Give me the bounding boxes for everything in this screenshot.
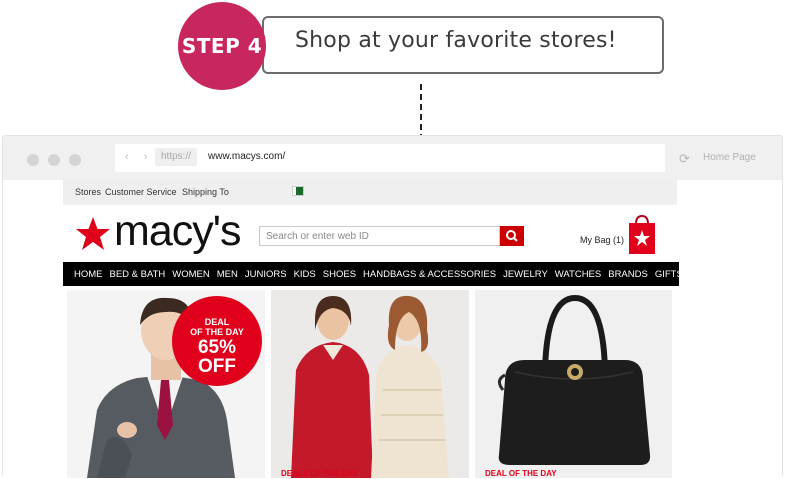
url-text[interactable]: www.macys.com/ — [208, 151, 285, 162]
protocol-label: https:// — [155, 148, 198, 166]
tile-caption-deals[interactable]: DEALS OF THE DAY — [281, 469, 358, 478]
callout-text: Shop at your favorite stores! — [295, 28, 617, 53]
my-bag-link[interactable]: My Bag (1) — [580, 235, 624, 245]
nav-item-kids[interactable]: KIDS — [294, 269, 316, 280]
window-close-dot[interactable] — [27, 154, 39, 166]
nav-item-home[interactable]: HOME — [74, 269, 103, 280]
deal-badge-label: DEAL OF THE DAY — [190, 317, 244, 337]
step-badge: STEP 4 — [178, 2, 266, 90]
browser-window: ‹ › https:// www.macys.com/ ⟳ Home Page … — [2, 135, 783, 478]
stores-link[interactable]: Stores — [75, 187, 101, 197]
macys-logo[interactable]: macy's — [114, 210, 241, 253]
utility-bar: Stores Customer Service Shipping To — [63, 180, 677, 205]
search-icon — [506, 230, 518, 242]
promo-tile-women[interactable]: DEALS OF THE DAY — [271, 290, 469, 478]
promo-tile-handbags[interactable]: DEAL OF THE DAY — [475, 290, 672, 478]
shipping-to-link[interactable]: Shipping To — [182, 187, 229, 197]
nav-item-watches[interactable]: WATCHES — [555, 269, 601, 280]
macys-star-icon[interactable] — [75, 216, 111, 252]
nav-item-jewelry[interactable]: JEWELRY — [503, 269, 548, 280]
promo-tile-men[interactable]: DEAL OF THE DAY 65% OFF — [67, 290, 265, 478]
nav-item-women[interactable]: WOMEN — [172, 269, 209, 280]
window-minimize-dot[interactable] — [48, 154, 60, 166]
address-bar[interactable]: ‹ › https:// www.macys.com/ — [115, 144, 665, 172]
shopping-bag-icon[interactable] — [627, 214, 657, 254]
nav-item-bed-bath[interactable]: BED & BATH — [110, 269, 166, 280]
deal-badge-off: OFF — [198, 356, 236, 377]
window-maximize-dot[interactable] — [69, 154, 81, 166]
browser-toolbar: ‹ › https:// www.macys.com/ ⟳ Home Page — [3, 136, 782, 180]
window-controls — [27, 154, 81, 166]
back-forward-icon[interactable]: ‹ › — [125, 151, 153, 163]
tile-caption-deal[interactable]: DEAL OF THE DAY — [485, 469, 557, 478]
home-page-link[interactable]: Home Page — [703, 152, 756, 163]
nav-item-gifts[interactable]: GIFTS — [655, 269, 683, 280]
search-button[interactable] — [500, 226, 524, 246]
nav-item-men[interactable]: MEN — [217, 269, 238, 280]
nav-item-shoes[interactable]: SHOES — [323, 269, 356, 280]
nav-item-juniors[interactable]: JUNIORS — [245, 269, 287, 280]
page: Shop at your favorite stores! STEP 4 ‹ ›… — [0, 0, 785, 479]
black-handbag-image — [498, 294, 651, 465]
reload-icon[interactable]: ⟳ — [679, 151, 690, 167]
customer-service-link[interactable]: Customer Service — [105, 187, 177, 197]
main-nav: HOME BED & BATH WOMEN MEN JUNIORS KIDS S… — [63, 262, 683, 286]
nav-item-brands[interactable]: BRANDS — [608, 269, 648, 280]
deal-badge[interactable]: DEAL OF THE DAY 65% OFF — [172, 296, 262, 386]
web-content: Stores Customer Service Shipping To macy… — [3, 180, 782, 478]
search-input[interactable]: Search or enter web ID — [259, 226, 500, 246]
deal-badge-percent: 65% — [197, 337, 237, 358]
flag-icon[interactable] — [292, 186, 304, 196]
nav-item-handbags[interactable]: HANDBAGS & ACCESSORIES — [363, 269, 496, 280]
step-label: STEP 4 — [181, 34, 263, 58]
women-in-coats-image — [291, 295, 449, 478]
